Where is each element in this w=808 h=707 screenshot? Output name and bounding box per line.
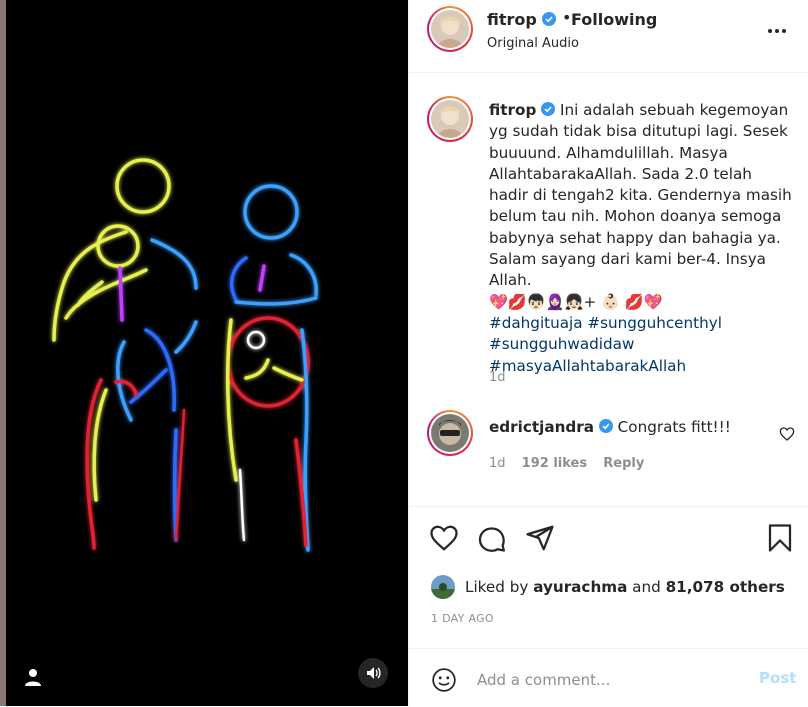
comment-likes[interactable]: 192 likes	[522, 456, 587, 471]
post-timestamp[interactable]: 1 DAY AGO	[431, 612, 494, 625]
mute-button[interactable]	[358, 658, 388, 688]
heart-icon[interactable]	[429, 523, 459, 553]
comment-body: Congrats fitt!!!	[617, 418, 731, 436]
following-button[interactable]: Following	[571, 10, 657, 29]
mute-icon	[367, 667, 381, 679]
user-tag-icon[interactable]	[22, 666, 44, 688]
post-video[interactable]	[6, 0, 408, 706]
post-header: fitrop • Following Original Audio	[409, 0, 808, 73]
caption-username[interactable]: fitrop	[489, 101, 536, 119]
more-icon[interactable]	[767, 28, 787, 34]
caption-emojis: 💖💋👦🏻🧕🏻👧🏻+ 👶🏻 💋💖	[489, 292, 663, 311]
liker-avatar[interactable]	[431, 575, 455, 599]
commenter-avatar[interactable]	[427, 410, 473, 456]
action-bar	[409, 506, 808, 569]
liked-by: Liked by ayurachma and 81,078 others	[431, 574, 785, 600]
comment-icon[interactable]	[477, 523, 507, 553]
comment-meta: 1d 192 likes Reply	[489, 456, 656, 471]
hashtag-line[interactable]: #sungguhwadidaw	[489, 334, 794, 355]
liker-username[interactable]: ayurachma	[533, 578, 627, 596]
audio-link[interactable]: Original Audio	[487, 36, 579, 51]
comment-heart-icon[interactable]	[779, 426, 795, 442]
add-comment-bar: Post	[409, 648, 808, 707]
caption-text: fitrop Ini adalah sebuah kegemoyan yg su…	[489, 100, 794, 377]
author-avatar[interactable]	[427, 6, 473, 52]
smile-icon[interactable]	[431, 667, 457, 693]
post-panel: fitrop • Following Original Audio fitrop…	[408, 0, 808, 706]
verified-icon	[541, 102, 556, 116]
verified-icon	[598, 419, 613, 433]
hashtag-line[interactable]: #dahgituaja #sungguhcenthyl	[489, 313, 794, 334]
neon-family-art	[52, 158, 318, 552]
save-icon[interactable]	[765, 523, 795, 553]
liked-by-prefix: Liked by	[465, 578, 529, 596]
liked-by-conjunction: and	[632, 578, 661, 596]
caption-time[interactable]: 1d	[489, 370, 506, 385]
comment: edrictjandra Congrats fitt!!!	[489, 418, 731, 436]
likes-count[interactable]: 81,078 others	[666, 578, 785, 596]
post-button[interactable]: Post	[759, 669, 796, 687]
share-icon[interactable]	[525, 523, 555, 553]
hashtag-line[interactable]: #masyaAllahtabarakAllah	[489, 356, 794, 377]
comment-input[interactable]	[475, 665, 749, 695]
comment-time[interactable]: 1d	[489, 456, 506, 471]
caption-body: Ini adalah sebuah kegemoyan yg sudah tid…	[489, 101, 792, 290]
caption-avatar[interactable]	[427, 96, 473, 142]
verified-icon	[542, 12, 557, 26]
commenter-username[interactable]: edrictjandra	[489, 418, 594, 436]
author-username[interactable]: fitrop	[487, 10, 557, 29]
reply-button[interactable]: Reply	[603, 456, 644, 471]
